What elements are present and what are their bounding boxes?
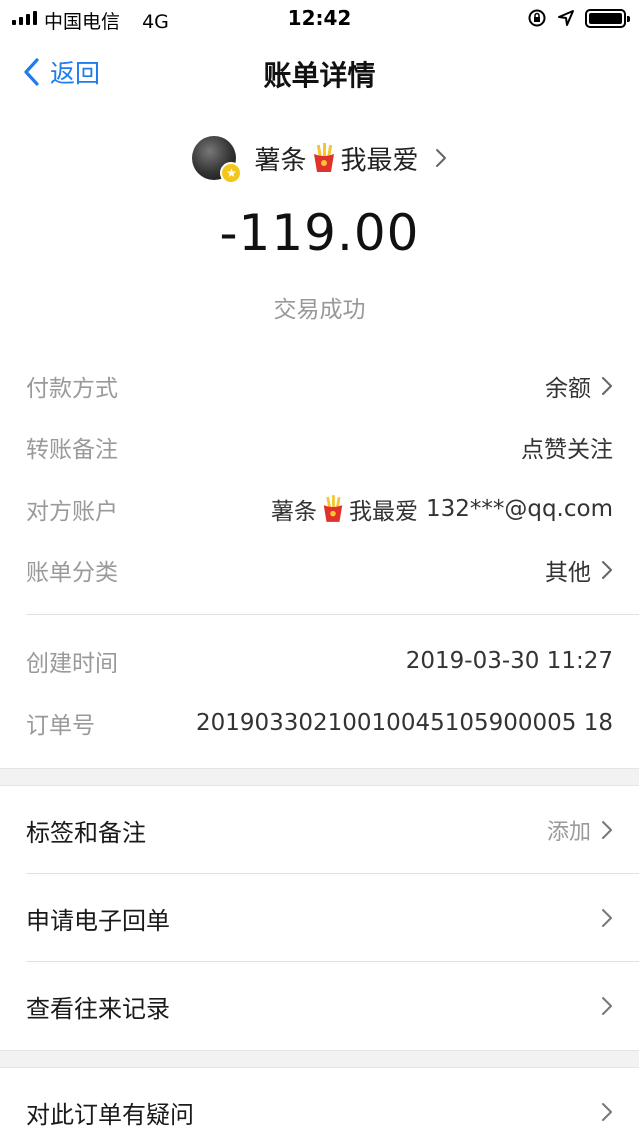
chevron-right-icon <box>435 149 446 167</box>
avatar: ★ <box>192 136 243 184</box>
payment-method-label: 付款方式 <box>26 376 118 402</box>
order-number-label: 订单号 <box>26 713 95 739</box>
remark-label: 转账备注 <box>26 437 118 463</box>
order-question-row[interactable]: 对此订单有疑问 <box>26 1092 613 1132</box>
order-number-value: 20190330210010045105900005 18 <box>195 710 613 736</box>
battery-icon <box>585 9 630 28</box>
payment-method-text: 余额 <box>545 376 591 402</box>
nav-bar: 返回 账单详情 <box>0 36 639 108</box>
payment-method-row[interactable]: 付款方式 余额 <box>26 366 613 406</box>
created-time-value: 2019-03-30 11:27 <box>405 648 613 674</box>
created-time-label: 创建时间 <box>26 651 118 677</box>
history-action <box>591 996 613 1016</box>
chevron-right-icon <box>602 561 612 579</box>
payee-name-part1: 薯条 <box>254 145 307 176</box>
e-receipt-label: 申请电子回单 <box>26 906 170 935</box>
star-badge-icon: ★ <box>220 162 243 184</box>
transaction-amount: -119.00 <box>219 204 420 262</box>
payee-link[interactable]: ★ 薯条 我最爱 <box>0 134 639 184</box>
orientation-lock-icon <box>528 9 546 27</box>
counterparty-account: 132***@qq.com <box>425 496 613 522</box>
divider <box>26 873 639 874</box>
e-receipt-row[interactable]: 申请电子回单 <box>26 898 613 938</box>
counterparty-row: 对方账户 薯条 我最爱 132***@qq.com <box>26 489 613 529</box>
tags-and-notes-row[interactable]: 标签和备注 添加 <box>26 810 613 850</box>
order-number-row: 订单号 20190330210010045105900005 18 <box>26 703 613 743</box>
section-gap <box>0 768 639 786</box>
chevron-right-icon <box>602 821 612 839</box>
tags-and-notes-action: 添加 <box>547 814 613 846</box>
fries-emoji-icon <box>323 495 343 522</box>
fries-emoji-icon <box>313 143 334 172</box>
remark-value: 点赞关注 <box>521 437 613 463</box>
history-label: 查看往来记录 <box>26 994 170 1023</box>
e-receipt-action <box>591 908 613 928</box>
divider <box>26 614 639 615</box>
divider <box>26 961 639 962</box>
remark-row: 转账备注 点赞关注 <box>26 427 613 467</box>
counterparty-name-part1: 薯条 <box>270 499 317 525</box>
add-tag-text: 添加 <box>546 820 591 845</box>
category-label: 账单分类 <box>26 560 118 586</box>
tags-and-notes-label: 标签和备注 <box>26 818 146 847</box>
category-text: 其他 <box>545 560 591 586</box>
chevron-right-icon <box>602 997 612 1015</box>
location-icon <box>558 10 574 26</box>
history-row[interactable]: 查看往来记录 <box>26 986 613 1026</box>
category-row[interactable]: 账单分类 其他 <box>26 550 613 590</box>
category-value: 其他 <box>545 553 613 587</box>
order-question-label: 对此订单有疑问 <box>26 1100 194 1129</box>
counterparty-value: 薯条 我最爱 132***@qq.com <box>271 492 613 526</box>
page-title: 账单详情 <box>263 59 376 92</box>
transaction-status: 交易成功 <box>273 297 366 323</box>
counterparty-label: 对方账户 <box>26 499 118 525</box>
payee-name: 薯条 我最爱 <box>254 140 446 177</box>
chevron-right-icon <box>602 377 612 395</box>
status-bar: 中国电信 4G 12:42 <box>0 0 639 36</box>
created-time-row: 创建时间 2019-03-30 11:27 <box>26 641 613 681</box>
chevron-right-icon <box>602 909 612 927</box>
section-gap <box>0 1050 639 1068</box>
payment-method-value: 余额 <box>545 369 613 403</box>
chevron-right-icon <box>602 1103 612 1121</box>
payee-name-part2: 我最爱 <box>340 145 419 176</box>
counterparty-name-part2: 我最爱 <box>348 499 418 525</box>
order-question-action <box>591 1102 613 1122</box>
